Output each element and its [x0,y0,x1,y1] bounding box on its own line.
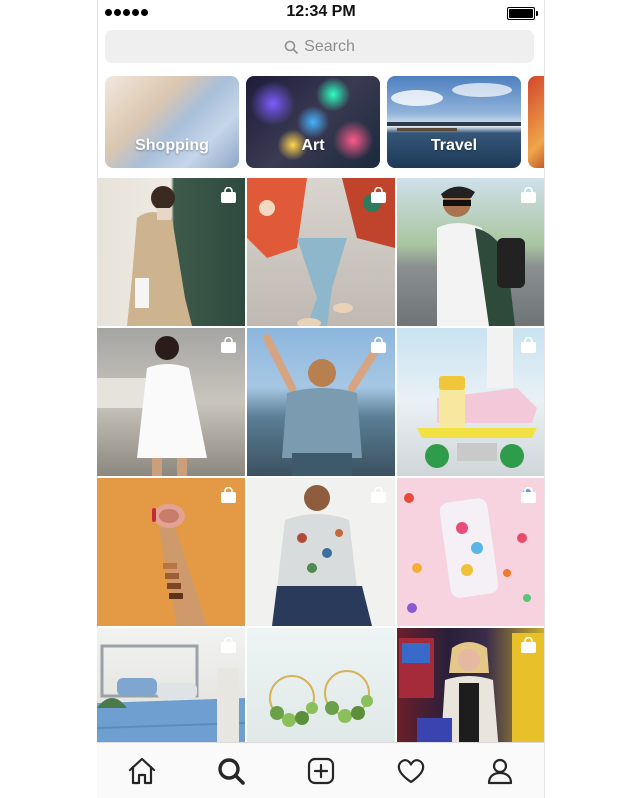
category-carousel: Shopping Art Travel [105,76,545,168]
tab-add[interactable] [304,754,338,788]
shopping-bag-icon [371,187,386,203]
grid-tile[interactable] [247,478,395,626]
search-input[interactable]: Search [105,30,534,63]
shopping-bag-icon [371,487,386,503]
shopping-bag-icon [221,337,236,353]
grid-tile[interactable] [397,478,545,626]
tab-home[interactable] [125,754,159,788]
grid-tile[interactable] [247,328,395,476]
heart-icon [397,759,424,784]
phone-screen: 12:34 PM Search Shopping Art Travel [97,0,545,798]
shopping-bag-icon [521,337,536,353]
category-label: Travel [430,137,478,154]
category-label: Shopping [135,137,209,154]
shopping-bag-icon [221,187,236,203]
category-travel[interactable]: Travel [387,76,521,168]
battery-icon [507,7,538,20]
grid-tile[interactable] [397,178,545,326]
category-art[interactable]: Art [246,76,380,168]
shopping-bag-icon [521,487,536,503]
tab-search[interactable] [214,754,248,788]
status-time: 12:34 PM [286,3,356,20]
tab-profile[interactable] [483,754,517,788]
status-bar: 12:34 PM [97,0,545,26]
category-label: Art [301,137,325,154]
add-icon [307,757,335,785]
shopping-bag-icon [521,637,536,653]
tab-activity[interactable] [394,754,428,788]
category-food[interactable] [528,76,545,168]
profile-icon [488,758,513,785]
shopping-bag-icon [221,637,236,653]
grid-tile[interactable] [247,178,395,326]
explore-grid [97,178,545,776]
category-shopping[interactable]: Shopping [105,76,239,168]
grid-tile[interactable] [397,328,545,476]
grid-tile[interactable] [97,178,245,326]
search-icon [218,758,246,785]
tab-bar [97,742,545,798]
search-placeholder: Search [304,37,355,55]
grid-tile[interactable] [97,328,245,476]
shopping-bag-icon [521,187,536,203]
search-icon [284,40,298,54]
shopping-bag-icon [371,337,386,353]
grid-tile[interactable] [97,478,245,626]
shopping-bag-icon [221,487,236,503]
home-icon [128,757,155,785]
